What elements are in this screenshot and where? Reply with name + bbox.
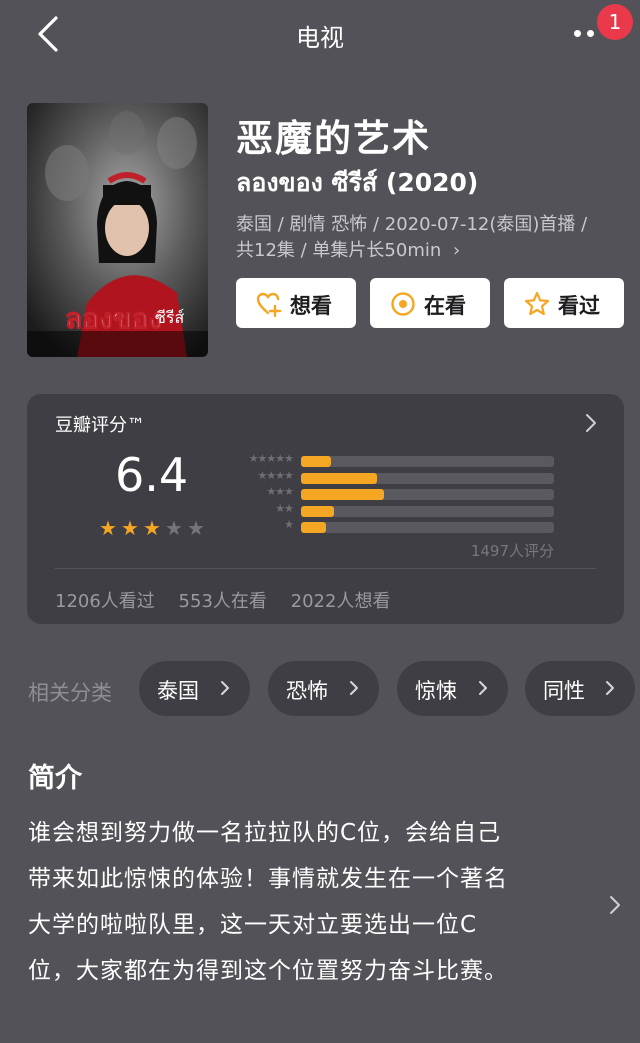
distribution-stars: ★ [284,518,294,531]
rating-count: 1497人评分 [470,542,554,560]
rating-card[interactable]: 豆瓣评分™ 6.4 ★ ★ ★ ★ ★ ★★★★★ ★★★★ ★★★ ★★ ★ 1497人评分 … [27,394,624,624]
tag-label: 泰国 [157,679,199,703]
distribution-stars: ★★ [275,501,294,515]
distribution-track [301,472,554,484]
meta-line-1: 泰国 / 剧情 恐怖 / 2020-07-12(泰国)首播 / [236,214,588,235]
target-icon [391,292,415,316]
synopsis-text[interactable]: 谁会想到努力做一名拉拉队的C位，会给自己 带来如此惊悚的体验！事情就发生在一个著… [28,810,580,994]
distribution-stars: ★★★★★ [248,452,294,465]
meta-line-2: 共12集 / 单集片长50min › [236,238,621,264]
svg-text:ลองของ: ลองของ [65,302,162,335]
distribution-track [301,456,554,467]
more-options-button[interactable] [570,22,600,46]
poster-art: ลองของ ซีรีส์ [27,103,208,357]
distribution-stars: ★★★★ [257,468,294,482]
subject-meta[interactable]: 泰国 / 剧情 恐怖 / 2020-07-12(泰国)首播 / 共12集 / 单… [236,212,621,264]
divider [55,568,596,569]
page-title: 电视 [296,24,344,52]
watched-label: 看过 [558,294,600,318]
more-dot-icon [574,30,581,37]
tag-chip[interactable]: 泰国 [139,661,250,716]
top-bar: 电视 1 [0,0,640,70]
distribution-row: ★ [27,518,557,534]
more-dot-icon [587,30,594,37]
distribution-row: ★★ [27,502,557,518]
watching-count[interactable]: 553人在看 [179,591,267,612]
distribution-bar [301,505,334,517]
chevron-right-icon[interactable] [584,412,598,434]
synopsis-title: 简介 [28,763,82,794]
heart-plus-icon [256,292,282,317]
distribution-track [301,522,554,533]
related-categories-label: 相关分类 [28,681,112,705]
synopsis-line: 谁会想到努力做一名拉拉队的C位，会给自己 [28,820,502,846]
synopsis-line: 位，大家都在为得到这个位置努力奋斗比赛。 [28,958,508,984]
rating-heading: 豆瓣评分™ [55,415,145,436]
chevron-right-icon [350,681,358,695]
distribution-bar [301,456,332,467]
meta-line-2-text: 共12集 / 单集片长50min [236,240,442,261]
tag-chip[interactable]: 惊悚 [397,661,508,716]
distribution-track [301,505,554,517]
notification-badge: 1 [597,4,633,40]
wish-count[interactable]: 2022人想看 [291,591,391,612]
chevron-right-icon [221,681,229,695]
distribution-bar [301,489,385,500]
distribution-row: ★★★ [27,485,557,501]
tag-label: 同性 [543,679,585,703]
distribution-row: ★★★★★ [27,452,557,468]
distribution-stars: ★★★ [266,485,294,498]
chevron-right-icon: › [453,240,461,261]
synopsis-line: 带来如此惊悚的体验！事情就发生在一个著名 [28,866,508,892]
tag-chip[interactable]: 同性 [525,661,635,716]
title-chinese: 恶魔的艺术 [236,117,431,160]
rating-footer: 1206人看过 553人在看 2022人想看 [55,587,408,613]
want-to-watch-button[interactable]: 想看 [236,278,356,328]
distribution-row: ★★★★ [27,469,557,485]
star-outline-icon [524,291,550,316]
watched-button[interactable]: 看过 [504,278,624,328]
chevron-right-icon [606,681,614,695]
distribution-bar [301,472,377,484]
title-original: ลองของ ซีรีส์ (2020) [236,168,479,197]
chevron-right-icon[interactable] [608,894,622,916]
svg-text:ซีรีส์: ซีรีส์ [155,308,184,327]
want-to-watch-label: 想看 [290,294,332,318]
synopsis-line: 大学的啦啦队里，这一天对立要选出一位C [28,912,478,938]
tag-label: 惊悚 [415,679,457,703]
poster-image[interactable]: ลองของ ซีรีส์ [27,103,208,357]
tag-chip[interactable]: 恐怖 [268,661,379,716]
distribution-bar [301,522,327,533]
watching-label: 在看 [424,294,466,318]
watching-button[interactable]: 在看 [370,278,490,328]
chevron-right-icon [479,681,487,695]
distribution-track [301,489,554,500]
watched-count[interactable]: 1206人看过 [55,591,155,612]
tag-label: 恐怖 [286,679,328,703]
